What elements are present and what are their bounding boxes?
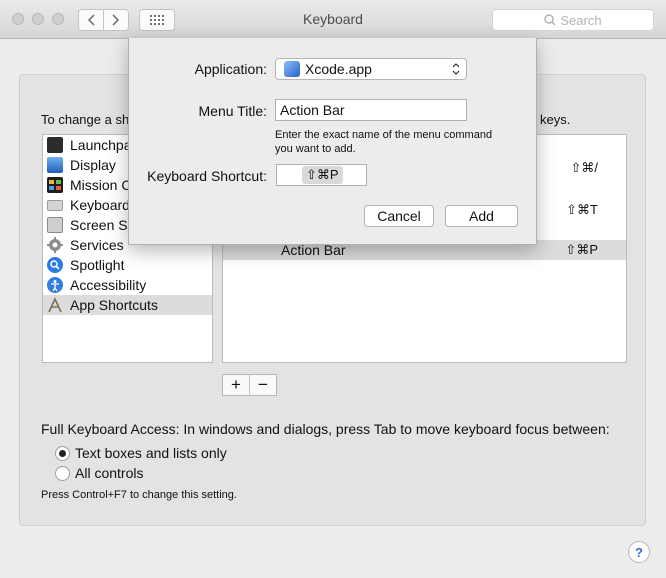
shortcut-value: ⇧⌘T <box>566 202 598 217</box>
launchpad-icon <box>47 137 63 153</box>
shortcut-value: ⇧⌘/ <box>570 160 598 175</box>
sidebar-item-accessibility[interactable]: Accessibility <box>43 275 212 295</box>
sidebar-item-label: Screen Sh <box>70 217 136 233</box>
spotlight-icon <box>47 257 63 273</box>
hint-line: you want to add. <box>275 143 356 155</box>
sidebar-item-label: Accessibility <box>70 277 147 293</box>
sidebar-item-label: Keyboard <box>70 197 130 213</box>
xcode-icon <box>284 61 300 77</box>
instruction-text-right: keys. <box>540 112 571 127</box>
services-gear-icon <box>47 237 63 253</box>
sidebar-item-app-shortcuts[interactable]: App Shortcuts <box>43 295 212 315</box>
remove-shortcut-button[interactable]: − <box>249 375 276 395</box>
sidebar-item-label: App Shortcuts <box>70 297 158 313</box>
keyboard-access-note: Press Control+F7 to change this setting. <box>41 489 237 501</box>
hint-line: Enter the exact name of the menu command <box>275 129 493 141</box>
radio-button[interactable] <box>55 445 70 461</box>
menu-title-field[interactable]: Action Bar <box>275 99 467 121</box>
application-popup[interactable]: Xcode.app <box>275 58 467 80</box>
screenshot-icon <box>47 217 63 233</box>
shortcut-token: ⇧⌘P <box>302 166 343 184</box>
add-shortcut-button[interactable]: + <box>223 375 249 395</box>
radio-label: All controls <box>75 465 144 481</box>
menu-title-hint: Enter the exact name of the menu command… <box>275 128 525 156</box>
display-icon <box>47 157 63 173</box>
sidebar-item-label: Spotlight <box>70 257 125 273</box>
radio-text-boxes[interactable]: Text boxes and lists only <box>55 445 227 461</box>
shortcut-value: ⇧⌘P <box>565 242 598 257</box>
application-value: Xcode.app <box>305 61 372 77</box>
radio-button[interactable] <box>55 465 70 481</box>
radio-all-controls[interactable]: All controls <box>55 465 143 481</box>
keyboard-access-label: Full Keyboard Access: In windows and dia… <box>41 421 610 437</box>
add-button[interactable]: Add <box>445 205 518 227</box>
search-field[interactable]: Search <box>492 9 654 31</box>
help-button[interactable]: ? <box>628 541 650 563</box>
sidebar-item-label: Display <box>70 157 116 173</box>
application-label: Application: <box>194 61 267 77</box>
radio-label: Text boxes and lists only <box>75 445 227 461</box>
mission-control-icon <box>47 177 63 193</box>
add-remove-control: + − <box>222 374 277 396</box>
search-icon <box>544 14 556 26</box>
updown-chevron-icon <box>452 63 460 75</box>
title-bar: Keyboard Search <box>0 0 666 39</box>
sidebar-item-label: Mission C <box>70 177 132 193</box>
add-shortcut-sheet: Application: Xcode.app Menu Title: Actio… <box>128 38 537 245</box>
accessibility-icon <box>47 277 63 293</box>
keyboard-icon <box>47 199 63 211</box>
sidebar-item-spotlight[interactable]: Spotlight <box>43 255 212 275</box>
sidebar-item-label: Launchpa <box>70 137 132 153</box>
sidebar-item-label: Services <box>70 237 124 253</box>
keyboard-shortcut-field[interactable]: ⇧⌘P <box>276 164 367 186</box>
app-shortcuts-icon <box>47 297 63 313</box>
instruction-text-left: To change a sh <box>41 112 130 127</box>
menu-title-label: Menu Title: <box>198 103 267 119</box>
keyboard-shortcut-label: Keyboard Shortcut: <box>147 168 267 184</box>
cancel-button[interactable]: Cancel <box>364 205 434 227</box>
search-placeholder: Search <box>560 12 602 28</box>
